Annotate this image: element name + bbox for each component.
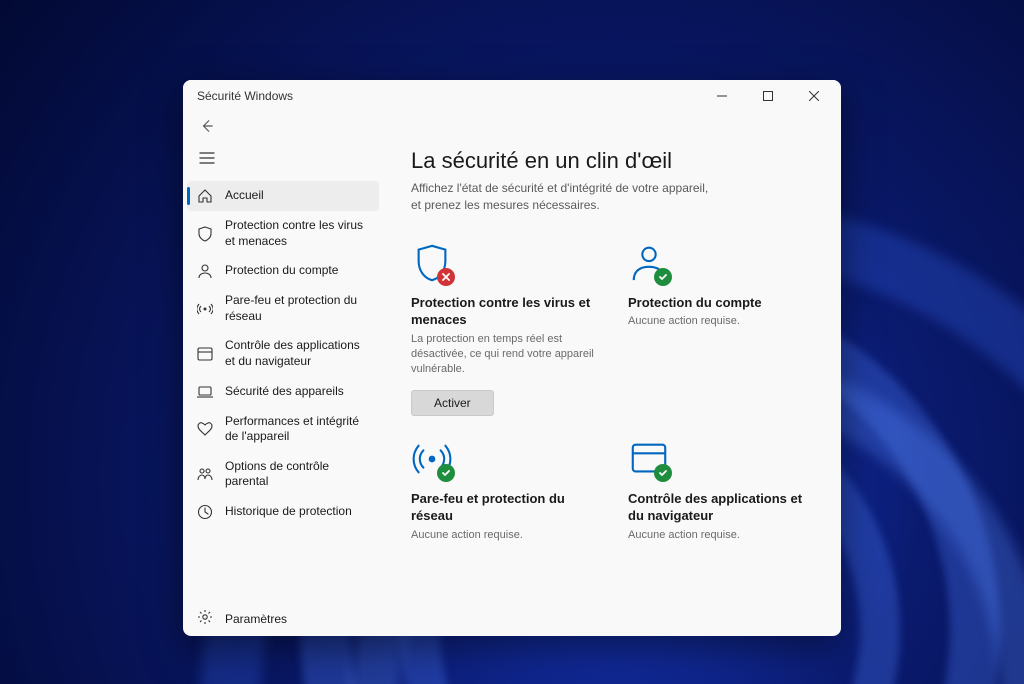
card-firewall[interactable]: Pare-feu et protection du réseau Aucune … <box>411 438 596 543</box>
card-title: Protection contre les virus et menaces <box>411 294 596 329</box>
laptop-icon <box>197 384 213 400</box>
sidebar-item-settings[interactable]: Paramètres <box>183 601 383 636</box>
window-title: Sécurité Windows <box>197 89 293 103</box>
card-virus-protection[interactable]: Protection contre les virus et menaces L… <box>411 242 596 416</box>
app-window: Sécurité Windows Accue <box>183 80 841 636</box>
titlebar: Sécurité Windows <box>183 80 841 112</box>
main-content: La sécurité en un clin d'œil Affichez l'… <box>383 140 841 636</box>
card-title: Contrôle des applications et du navigate… <box>628 490 813 525</box>
gear-icon <box>197 609 213 628</box>
card-desc: Aucune action requise. <box>628 314 813 329</box>
card-title: Pare-feu et protection du réseau <box>411 490 596 525</box>
page-title: La sécurité en un clin d'œil <box>411 148 813 174</box>
sidebar-item-device[interactable]: Sécurité des appareils <box>183 377 383 407</box>
card-app-control[interactable]: Contrôle des applications et du navigate… <box>628 438 813 543</box>
status-error-icon <box>437 268 455 286</box>
sidebar-item-home[interactable]: Accueil <box>187 181 379 211</box>
sidebar-item-performance[interactable]: Performances et intégrité de l'appareil <box>183 407 383 452</box>
card-desc: Aucune action requise. <box>411 528 596 543</box>
sidebar-item-virus[interactable]: Protection contre les virus et menaces <box>183 211 383 256</box>
family-icon <box>197 466 213 482</box>
sidebar-item-label: Options de contrôle parental <box>225 459 369 490</box>
sidebar-item-label: Protection du compte <box>225 263 338 279</box>
sidebar-item-label: Historique de protection <box>225 504 352 520</box>
sidebar-item-label: Sécurité des appareils <box>225 384 344 400</box>
person-icon <box>628 242 670 284</box>
sidebar-item-account[interactable]: Protection du compte <box>183 256 383 286</box>
card-account-protection[interactable]: Protection du compte Aucune action requi… <box>628 242 813 416</box>
sidebar-item-label: Pare-feu et protection du réseau <box>225 293 369 324</box>
status-ok-icon <box>654 464 672 482</box>
browser-icon <box>197 346 213 362</box>
history-icon <box>197 504 213 520</box>
heart-icon <box>197 421 213 437</box>
sidebar-item-label: Protection contre les virus et menaces <box>225 218 369 249</box>
close-button[interactable] <box>791 80 837 112</box>
maximize-button[interactable] <box>745 80 791 112</box>
card-desc: Aucune action requise. <box>628 528 813 543</box>
antenna-icon <box>197 301 213 317</box>
sidebar-item-label: Performances et intégrité de l'appareil <box>225 414 369 445</box>
card-desc: La protection en temps réel est désactiv… <box>411 332 596 378</box>
card-title: Protection du compte <box>628 294 813 312</box>
browser-icon <box>628 438 670 480</box>
sidebar-item-label: Accueil <box>225 188 264 204</box>
antenna-icon <box>411 438 453 480</box>
activate-button[interactable]: Activer <box>411 390 494 416</box>
page-subtitle: Affichez l'état de sécurité et d'intégri… <box>411 180 711 214</box>
shield-icon <box>197 226 213 242</box>
home-icon <box>197 188 213 204</box>
sidebar: Accueil Protection contre les virus et m… <box>183 140 383 636</box>
status-ok-icon <box>437 464 455 482</box>
sidebar-item-label: Paramètres <box>225 612 287 626</box>
sidebar-item-family[interactable]: Options de contrôle parental <box>183 452 383 497</box>
status-ok-icon <box>654 268 672 286</box>
sidebar-item-appcontrol[interactable]: Contrôle des applications et du navigate… <box>183 331 383 376</box>
hamburger-button[interactable] <box>183 144 383 181</box>
shield-icon <box>411 242 453 284</box>
sidebar-item-firewall[interactable]: Pare-feu et protection du réseau <box>183 286 383 331</box>
sidebar-item-history[interactable]: Historique de protection <box>183 497 383 527</box>
sidebar-item-label: Contrôle des applications et du navigate… <box>225 338 369 369</box>
minimize-button[interactable] <box>699 80 745 112</box>
person-icon <box>197 263 213 279</box>
back-button[interactable] <box>197 116 217 136</box>
